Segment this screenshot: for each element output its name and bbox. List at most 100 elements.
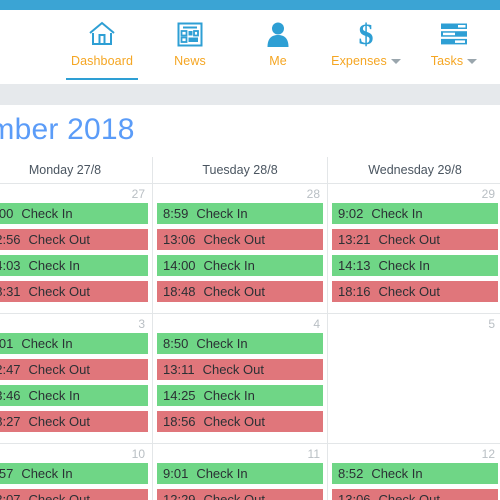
event-time: 18:48 [163,284,196,299]
event-time: 8:50 [163,336,189,351]
calendar-event-checkout[interactable]: 12:47 Check Out [0,359,148,380]
event-time: 13:06 [338,492,371,500]
event-label: Check In [21,466,73,481]
event-time: 9:02 [338,206,364,221]
calendar-event-checkout[interactable]: 13:07 Check Out [0,489,148,500]
top-accent-bar [0,0,500,10]
nav-item-label: Me [269,54,287,68]
event-label: Check Out [378,492,440,500]
event-time: 12:56 [0,232,21,247]
calendar-view[interactable]: Monday 27/8 Tuesday 28/8 Wednesday 29/8 27… [0,157,500,500]
person-icon [266,18,290,50]
calendar-day-cell[interactable]: 5 [328,314,500,443]
calendar-day-cell[interactable]: 12 8:52 Check In 13:06 Check Out [328,444,500,500]
calendar-event-checkout[interactable]: 13:21 Check Out [332,229,498,250]
nav-item-me[interactable]: Me [234,10,322,84]
calendar-week-row: 10 8:57 Check In 13:07 Check Out 11 9:01 Check … [0,444,500,500]
event-label: Check In [28,258,80,273]
nav-item-expenses[interactable]: $ Expenses [322,10,410,84]
calendar-event-checkout[interactable]: 18:56 Check Out [157,411,323,432]
event-time: 9:01 [0,336,14,351]
event-label: Check Out [28,492,90,500]
calendar-day-cell[interactable]: 29 9:02 Check In 13:21 Check Out 14:13 Check I… [328,184,500,313]
calendar-event-checkin[interactable]: 14:03 Check In [0,255,148,276]
calendar-event-checkout[interactable]: 12:56 Check Out [0,229,148,250]
dollar-icon: $ [354,18,378,50]
event-time: 8:57 [0,466,14,481]
calendar-event-checkin[interactable]: 9:02 Check In [332,203,498,224]
list-icon [440,18,468,50]
event-time: 13:21 [338,232,371,247]
event-time: 14:25 [163,388,196,403]
event-label: Check In [371,206,423,221]
event-label: Check Out [203,232,265,247]
calendar-event-checkin[interactable]: 8:50 Check In [157,333,323,354]
calendar-day-cell[interactable]: 4 8:50 Check In 13:11 Check Out 14:25 Check In… [153,314,328,443]
nav-item-dashboard[interactable]: Dashboard [58,10,146,84]
calendar-event-checkin[interactable]: 13:46 Check In [0,385,148,406]
event-label: Check Out [378,284,440,299]
calendar-event-checkin[interactable]: 14:00 Check In [157,255,323,276]
calendar-day-number: 12 [481,447,495,461]
calendar-day-number: 11 [307,447,320,461]
calendar-day-cell[interactable]: 28 8:59 Check In 13:06 Check Out 14:00 Check I… [153,184,328,313]
calendar-event-checkin[interactable]: 8:57 Check In [0,463,148,484]
event-time: 13:06 [163,232,196,247]
event-time: 18:31 [0,284,21,299]
event-time: 12:47 [0,362,21,377]
event-time: 14:03 [0,258,21,273]
calendar-event-checkout[interactable]: 13:11 Check Out [157,359,323,380]
event-time: 18:56 [163,414,196,429]
calendar-column-label: Tuesday 28/8 [202,163,278,177]
calendar-day-cell[interactable]: 11 9:01 Check In 12:29 Check Out [153,444,328,500]
calendar-event-checkin[interactable]: 14:25 Check In [157,385,323,406]
calendar-day-cell[interactable]: 279:00Check In12:56Check Out14:03Check I… [0,184,153,313]
svg-text:$: $ [359,19,374,49]
calendar-event-checkin[interactable]: 14:13 Check In [332,255,498,276]
page-title-area: September 2018 [0,105,500,157]
calendar-day-cell[interactable]: 39:01Check In12:47Check Out13:46Check In… [0,314,153,443]
event-label: Check In [378,258,430,273]
event-time: 8:59 [163,206,189,221]
event-label: Check Out [28,362,90,377]
active-tab-indicator [66,78,138,80]
calendar-event-checkout[interactable]: 18:27 Check Out [0,411,148,432]
nav-item-label: Expenses [331,54,387,68]
event-label: Check Out [203,414,265,429]
event-label: Check In [203,388,255,403]
calendar-day-cell[interactable]: 10 8:57 Check In 13:07 Check Out [0,444,153,500]
event-time: 9:00 [0,206,14,221]
page-title: September 2018 [0,113,135,146]
calendar-event-checkin[interactable]: 8:59 Check In [157,203,323,224]
calendar-event-checkin[interactable]: 9:00 Check In [0,203,148,224]
calendar-column-label: Monday 27/8 [28,163,102,177]
calendar-event-checkout[interactable]: 18:31 Check Out [0,281,148,302]
toolbar-band [0,84,500,105]
event-label: Check Out [378,232,440,247]
calendar-event-checkin[interactable]: 8:52 Check In [332,463,498,484]
event-label: Check Out [28,414,90,429]
calendar-event-checkout[interactable]: 12:29 Check Out [157,489,323,500]
chevron-down-icon[interactable] [390,58,401,64]
event-label: Check In [196,206,248,221]
calendar-week-row: 39:01Check In12:47Check Out13:46Check In… [0,314,500,444]
event-time: 13:07 [0,492,21,500]
event-time: 13:11 [163,362,195,377]
calendar-event-checkout[interactable]: 13:06 Check Out [157,229,323,250]
main-navigation: Dashboard News Me $ Expenses Tasks [0,10,500,84]
event-label: Check Out [28,232,90,247]
chevron-down-icon[interactable] [467,58,478,64]
event-time: 8:52 [338,466,364,481]
calendar-event-checkout[interactable]: 18:48 Check Out [157,281,323,302]
nav-item-tasks[interactable]: Tasks [410,10,498,84]
event-label: Check In [28,388,80,403]
nav-item-news[interactable]: News [146,10,234,84]
event-label: Check In [196,336,248,351]
calendar-event-checkin[interactable]: 9:01 Check In [157,463,323,484]
calendar-event-checkout[interactable]: 18:16 Check Out [332,281,498,302]
calendar-event-checkout[interactable]: 13:06 Check Out [332,489,498,500]
event-label: Check In [21,206,73,221]
calendar-column-label: Wednesday 29/8 [368,163,462,177]
event-label: Check In [371,466,423,481]
calendar-event-checkin[interactable]: 9:01 Check In [0,333,148,354]
